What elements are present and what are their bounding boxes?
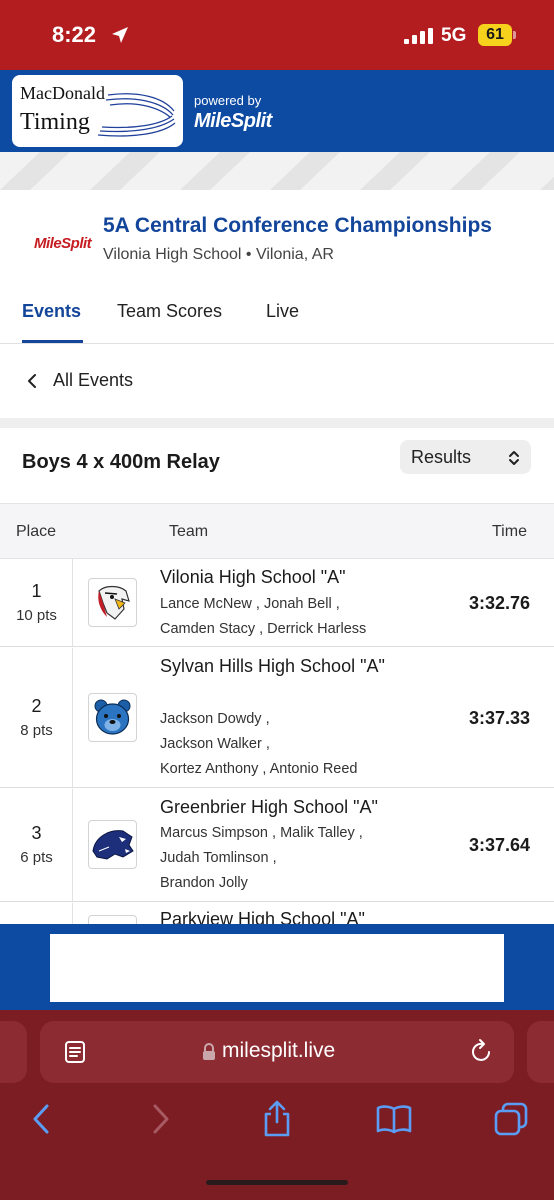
header-time: Time xyxy=(492,523,527,540)
brand-header: MacDonald Timing xyxy=(0,70,554,152)
athletes-line[interactable]: Jackson Dowdy , xyxy=(160,711,270,727)
battery-level: 61 xyxy=(478,24,512,46)
athletes-line[interactable]: Camden Stacy , Derrick Harless xyxy=(160,621,366,637)
results-table-header: Place Team Time xyxy=(0,503,554,559)
place-cell xyxy=(0,648,73,787)
status-time: 8:22 xyxy=(52,22,97,47)
powered-by-label: powered by xyxy=(194,93,262,108)
tab-team-scores[interactable]: Team Scores xyxy=(117,301,222,322)
header-team: Team xyxy=(169,523,209,540)
results-view-select[interactable]: Results xyxy=(400,440,531,474)
share-icon[interactable] xyxy=(261,1100,293,1138)
header-place: Place xyxy=(16,523,57,540)
place-points: 10 pts xyxy=(16,607,57,624)
back-icon[interactable] xyxy=(30,1103,52,1135)
network-type: 5G xyxy=(441,25,467,46)
bear-mascot-icon xyxy=(94,699,131,735)
decorative-banner xyxy=(0,152,554,190)
reload-icon[interactable] xyxy=(469,1038,493,1064)
chevron-pattern xyxy=(0,152,554,190)
table-row[interactable]: 2 8 pts Sylvan Hills High School "A" Jac… xyxy=(0,648,554,788)
meet-title: 5A Central Conference Championships xyxy=(103,214,492,237)
all-events-label: All Events xyxy=(53,370,134,390)
result-time: 3:37.33 xyxy=(468,708,530,728)
table-row[interactable]: Parkview High School "A" xyxy=(0,903,554,924)
team-logo xyxy=(88,693,137,742)
chevron-left-icon xyxy=(28,374,36,388)
milesplit-brand[interactable]: MileSplit xyxy=(194,110,272,133)
place-cell xyxy=(0,903,73,924)
result-time: 3:32.76 xyxy=(468,593,530,613)
team-logo xyxy=(88,578,137,627)
athletes-line[interactable]: Brandon Jolly xyxy=(160,875,248,891)
athletes-line[interactable]: Marcus Simpson , Malik Talley , xyxy=(160,825,363,841)
tab-live[interactable]: Live xyxy=(266,301,299,322)
ad-slot[interactable] xyxy=(50,934,504,1002)
bookmarks-icon[interactable] xyxy=(376,1104,412,1134)
status-bar: 8:22 5G 61 xyxy=(0,0,554,70)
athletes-line[interactable]: Jackson Walker , xyxy=(160,736,270,752)
team-logo xyxy=(88,915,137,924)
athletes-line[interactable]: Lance McNew , Jonah Bell , xyxy=(160,596,340,612)
lock-icon xyxy=(203,1043,215,1060)
track-lines-icon xyxy=(97,93,176,137)
tabs-icon[interactable] xyxy=(494,1102,528,1136)
home-indicator xyxy=(206,1180,348,1185)
location-arrow-icon xyxy=(112,27,128,43)
place-points: 8 pts xyxy=(20,722,53,739)
panther-mascot-icon xyxy=(92,830,134,860)
url-text[interactable]: milesplit.live xyxy=(222,1039,335,1063)
place-number: 1 xyxy=(31,581,42,601)
next-tab-preview[interactable] xyxy=(527,1021,554,1083)
place-cell xyxy=(0,559,73,646)
ad-banner xyxy=(0,924,554,1010)
meet-location: Vilonia High School • Vilonia, AR xyxy=(103,246,334,263)
macdonald-timing-logo[interactable]: MacDonald Timing xyxy=(12,75,183,147)
team-name[interactable]: Greenbrier High School "A" xyxy=(160,796,400,819)
results-view-value: Results xyxy=(411,447,472,467)
team-logo xyxy=(88,820,137,869)
tab-events[interactable]: Events xyxy=(22,301,81,322)
team-name[interactable]: Vilonia High School "A" xyxy=(160,566,400,589)
meet-tabs: Events Team Scores Live xyxy=(0,288,554,344)
table-row[interactable]: 3 6 pts Greenbrier High School "A" Marcu… xyxy=(0,789,554,902)
result-time: 3:37.64 xyxy=(468,835,530,855)
place-points: 6 pts xyxy=(20,849,53,866)
athletes-line[interactable]: Judah Tomlinson , xyxy=(160,850,277,866)
eagle-mascot-icon xyxy=(98,585,130,620)
event-title: Boys 4 x 400m Relay xyxy=(22,451,220,473)
place-number: 3 xyxy=(31,823,42,843)
table-row[interactable]: 1 10 pts Vilonia High School "A" Lance M… xyxy=(0,559,554,647)
previous-tab-preview[interactable] xyxy=(0,1021,27,1083)
active-tab-indicator xyxy=(22,340,83,343)
athletes-line[interactable]: Kortez Anthony , Antonio Reed xyxy=(160,761,358,777)
meet-logo: MileSplit xyxy=(34,235,92,252)
place-cell xyxy=(0,789,73,901)
forward-icon[interactable] xyxy=(150,1103,172,1135)
battery-icon: 61 xyxy=(478,24,516,46)
cellular-signal-icon xyxy=(404,28,433,44)
reader-mode-icon[interactable] xyxy=(64,1040,86,1064)
chevron-updown-icon xyxy=(509,451,519,465)
team-name[interactable]: Sylvan Hills High School "A" xyxy=(160,655,400,678)
section-divider xyxy=(0,418,554,428)
team-name[interactable]: Parkview High School "A" xyxy=(160,908,400,924)
all-events-link[interactable]: All Events xyxy=(0,346,554,418)
place-number: 2 xyxy=(31,696,42,716)
